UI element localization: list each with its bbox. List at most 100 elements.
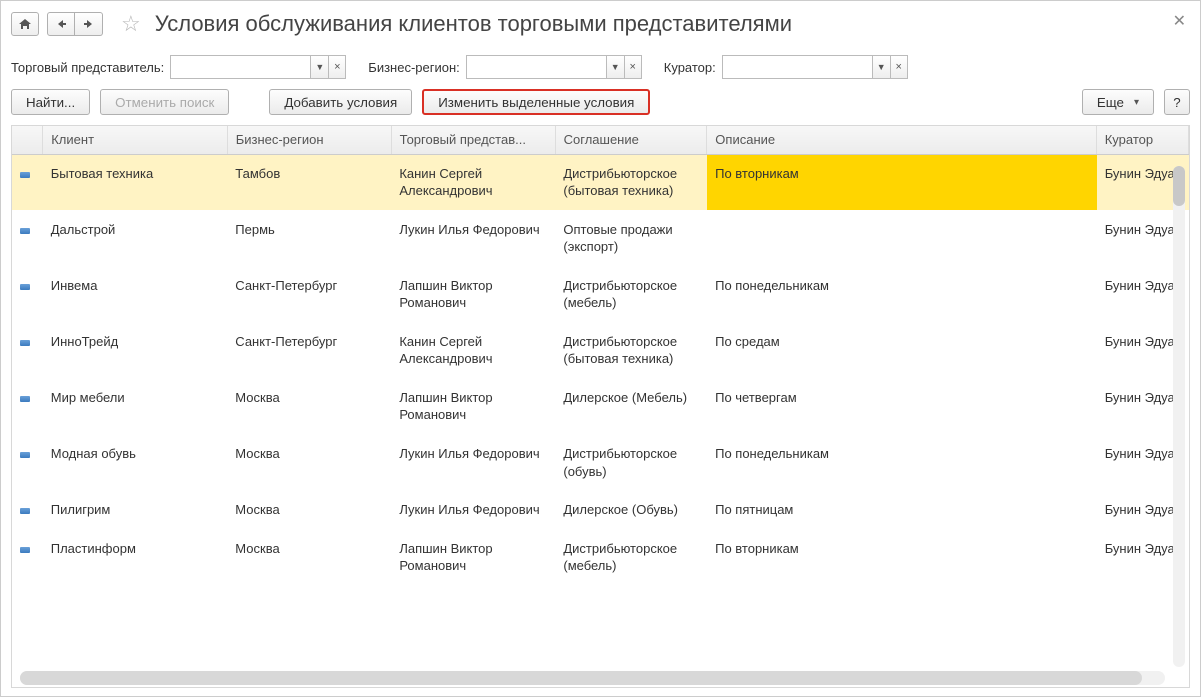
cell-client: Мир мебели [43,379,228,435]
filter-region-clear[interactable]: × [624,55,642,79]
cell-region: Пермь [227,211,391,267]
cell-description: По вторникам [707,530,1097,586]
filter-row: Торговый представитель: ▼ × Бизнес-регио… [11,55,1190,79]
row-icon-cell [12,491,43,529]
row-marker-icon [20,396,30,402]
filter-rep-clear[interactable]: × [328,55,346,79]
filter-region-label: Бизнес-регион: [368,60,459,75]
back-button[interactable] [47,12,75,36]
favorite-star-icon[interactable]: ☆ [121,11,141,37]
cell-agreement: Дистрибьюторское (бытовая техника) [555,155,707,211]
col-icon-header[interactable] [12,126,43,154]
row-marker-icon [20,284,30,290]
row-icon-cell [12,435,43,491]
cell-client: Пилигрим [43,491,228,529]
cell-rep: Лукин Илья Федорович [391,435,555,491]
horizontal-scrollbar[interactable] [20,671,1165,685]
table-row[interactable]: ИнвемаСанкт-ПетербургЛапшин Виктор Роман… [12,267,1189,323]
cell-description: По средам [707,323,1097,379]
filter-curator-combo: ▼ × [722,55,908,79]
row-marker-icon [20,228,30,234]
table-row[interactable]: Мир мебелиМоскваЛапшин Виктор РомановичД… [12,379,1189,435]
cell-client: Бытовая техника [43,155,228,211]
edit-selected-button[interactable]: Изменить выделенные условия [422,89,650,115]
row-icon-cell [12,530,43,586]
row-marker-icon [20,340,30,346]
cell-region: Тамбов [227,155,391,211]
cell-client: ИнноТрейд [43,323,228,379]
cell-rep: Лапшин Виктор Романович [391,379,555,435]
titlebar: ☆ Условия обслуживания клиентов торговым… [11,9,1190,37]
main-window: ☆ Условия обслуживания клиентов торговым… [0,0,1201,697]
col-region-header[interactable]: Бизнес-регион [227,126,391,154]
vertical-scrollbar[interactable] [1173,166,1185,667]
filter-curator-dropdown[interactable]: ▼ [872,55,890,79]
table-row[interactable]: ИнноТрейдСанкт-ПетербургКанин Сергей Але… [12,323,1189,379]
cell-rep: Лукин Илья Федорович [391,211,555,267]
filter-curator-label: Куратор: [664,60,716,75]
cell-description [707,211,1097,267]
table-row[interactable]: ДальстройПермьЛукин Илья ФедоровичОптовы… [12,211,1189,267]
close-button[interactable]: ✕ [1173,11,1186,31]
filter-curator-clear[interactable]: × [890,55,908,79]
cell-agreement: Дистрибьюторское (мебель) [555,267,707,323]
cell-description: По понедельникам [707,435,1097,491]
cell-rep: Канин Сергей Александрович [391,155,555,211]
col-curator-header[interactable]: Куратор [1096,126,1188,154]
col-rep-header[interactable]: Торговый представ... [391,126,555,154]
cell-client: Пластинформ [43,530,228,586]
filter-rep-combo: ▼ × [170,55,346,79]
header-row: Клиент Бизнес-регион Торговый представ..… [12,126,1189,154]
find-button[interactable]: Найти... [11,89,90,115]
home-button[interactable] [11,12,39,36]
cell-region: Москва [227,530,391,586]
nav-group [47,12,103,36]
cell-rep: Канин Сергей Александрович [391,323,555,379]
filter-region-dropdown[interactable]: ▼ [606,55,624,79]
cell-agreement: Дилерское (Мебель) [555,379,707,435]
row-marker-icon [20,452,30,458]
cell-agreement: Дистрибьюторское (мебель) [555,530,707,586]
col-desc-header[interactable]: Описание [707,126,1096,154]
forward-button[interactable] [75,12,103,36]
row-marker-icon [20,508,30,514]
filter-region-input[interactable] [466,55,606,79]
row-icon-cell [12,379,43,435]
row-icon-cell [12,155,43,211]
help-button[interactable]: ? [1164,89,1190,115]
table-row[interactable]: Бытовая техникаТамбовКанин Сергей Алекса… [12,155,1189,211]
filter-curator-input[interactable] [722,55,872,79]
cell-description: По четвергам [707,379,1097,435]
cell-agreement: Дилерское (Обувь) [555,491,707,529]
table-row[interactable]: ПилигримМоскваЛукин Илья ФедоровичДилерс… [12,491,1189,530]
cell-rep: Лапшин Виктор Романович [391,267,555,323]
row-icon-cell [12,267,43,323]
cell-client: Модная обувь [43,435,228,491]
filter-rep-dropdown[interactable]: ▼ [310,55,328,79]
cell-region: Москва [227,491,391,529]
cell-region: Москва [227,379,391,435]
cell-description: По понедельникам [707,267,1097,323]
add-conditions-button[interactable]: Добавить условия [269,89,412,115]
cell-description: По пятницам [707,491,1097,529]
cell-region: Москва [227,435,391,491]
cell-region: Санкт-Петербург [227,267,391,323]
table-row[interactable]: ПластинформМоскваЛапшин Виктор Романович… [12,530,1189,586]
col-agreement-header[interactable]: Соглашение [555,126,707,154]
col-client-header[interactable]: Клиент [43,126,227,154]
table-container: Клиент Бизнес-регион Торговый представ..… [11,125,1190,688]
more-button[interactable]: Еще [1082,89,1154,115]
row-marker-icon [20,172,30,178]
cell-rep: Лукин Илья Федорович [391,491,555,529]
cell-client: Дальстрой [43,211,228,267]
table-row[interactable]: Модная обувьМоскваЛукин Илья ФедоровичДи… [12,435,1189,491]
cell-client: Инвема [43,267,228,323]
page-title: Условия обслуживания клиентов торговыми … [155,11,792,37]
cell-rep: Лапшин Виктор Романович [391,530,555,586]
filter-rep-input[interactable] [170,55,310,79]
cell-agreement: Дистрибьюторское (обувь) [555,435,707,491]
row-icon-cell [12,323,43,379]
cell-agreement: Дистрибьюторское (бытовая техника) [555,323,707,379]
filter-region-combo: ▼ × [466,55,642,79]
cell-agreement: Оптовые продажи (экспорт) [555,211,707,267]
